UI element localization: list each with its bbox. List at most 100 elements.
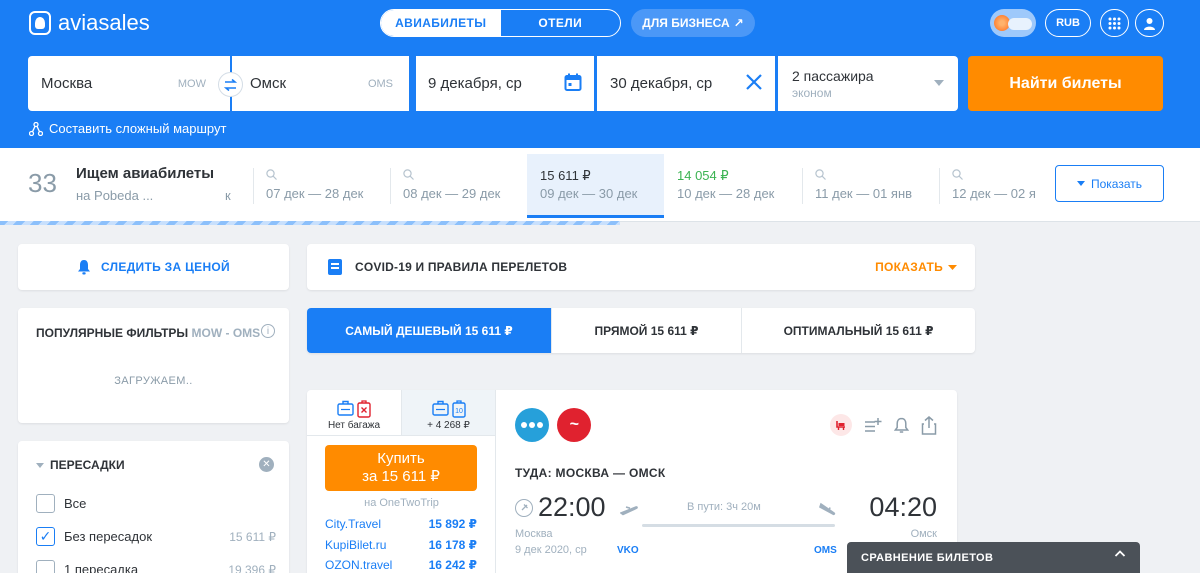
covid-show-label: ПОКАЗАТЬ [875, 260, 943, 274]
buy-button[interactable]: Купить за 15 611 ₽ [325, 445, 477, 491]
agent-price: 16 242 ₽ [428, 558, 477, 572]
loading-label: ЗАГРУЖАЕМ.. [114, 375, 193, 387]
covid-title: COVID-19 И ПРАВИЛА ПЕРЕЛЕТОВ [355, 260, 568, 274]
destination-code: OMS [367, 77, 393, 90]
apps-button[interactable] [1100, 9, 1129, 37]
agent-offer[interactable]: OZON.travel 16 242 ₽ [325, 558, 477, 572]
calendar-icon[interactable] [564, 73, 582, 92]
return-date-value: 30 декабря, ср [610, 75, 713, 92]
calendar-cell[interactable]: 14 054 ₽ 10 дек — 28 дек [664, 154, 801, 218]
arrival-time: 04:20 [869, 492, 937, 522]
stops-filter-title: ПЕРЕСАДКИ [50, 458, 125, 472]
baggage-option-paid[interactable]: 10 + 4 268 ₽ [401, 390, 495, 435]
airline-logo-pobeda [515, 408, 549, 442]
stops-option-direct[interactable]: ✓ Без пересадок 15 611 ₽ [36, 527, 276, 546]
checkbox[interactable] [36, 560, 55, 573]
bell-icon [78, 260, 91, 275]
depart-date-field[interactable]: 9 декабря, ср [416, 56, 594, 111]
search-status-tail: к [225, 188, 231, 203]
route-title: ТУДА: МОСКВА — ОМСК [515, 466, 666, 480]
flight-duration: В пути: 3ч 20м [687, 501, 761, 513]
flight-timeline [642, 524, 835, 527]
profile-button[interactable] [1135, 9, 1164, 37]
calendar-cell[interactable]: 08 дек — 29 дек [390, 154, 527, 218]
calendar-cell[interactable]: 07 дек — 28 дек [253, 154, 390, 218]
clear-date-icon[interactable] [745, 73, 763, 91]
passengers-field[interactable]: 2 пассажира эконом [778, 56, 958, 111]
calendar-cell[interactable]: 12 дек — 02 я [939, 154, 1044, 218]
hand-luggage-icon [431, 400, 449, 416]
baggage-option-label: Нет багажа [327, 420, 381, 431]
caret-down-icon [948, 264, 957, 270]
business-button[interactable]: ДЛЯ БИЗНЕСА ↗ [631, 9, 755, 37]
compare-tickets-bar[interactable]: СРАВНЕНИЕ БИЛЕТОВ [847, 542, 1140, 573]
calendar-cell-selected[interactable]: 15 611 ₽ 09 дек — 30 дек [527, 154, 664, 218]
tab-hotels[interactable]: ОТЕЛИ [501, 10, 621, 36]
stops-filter-header[interactable]: ПЕРЕСАДКИ [36, 458, 125, 472]
calendar-cell-dates: 12 дек — 02 я [952, 186, 1036, 201]
agent-offer[interactable]: KupiBilet.ru 16 178 ₽ [325, 538, 477, 552]
info-icon[interactable]: i [261, 324, 275, 338]
baggage-option-none[interactable]: Нет багажа [307, 390, 401, 435]
depart-date-value: 9 декабря, ср [428, 75, 522, 92]
calendar-cell-dates: 08 дек — 29 дек [403, 186, 501, 201]
swap-button[interactable] [218, 72, 243, 97]
add-to-list-icon[interactable] [864, 417, 882, 433]
baggage-icon: 10 [451, 400, 466, 418]
user-icon [1144, 17, 1155, 30]
landing-icon [819, 502, 836, 516]
search-status-subtitle: на Pobeda ... [76, 188, 154, 203]
ticket-purchase-column: Нет багажа 10 + 4 268 ₽ Купить за 15 611… [307, 390, 496, 573]
grid-icon [1108, 17, 1121, 29]
hand-luggage-icon [337, 400, 354, 416]
magnifier-icon [403, 168, 527, 184]
departure-city: Москва [515, 528, 553, 540]
calendar-cell-dates: 07 дек — 28 дек [266, 186, 364, 201]
currency-button[interactable]: RUB [1045, 9, 1091, 37]
departure-time-block: 22:00 [515, 492, 606, 523]
magnifier-icon [266, 168, 390, 184]
seat-icon[interactable] [830, 414, 852, 436]
route-icon [29, 121, 43, 136]
tab-flights[interactable]: АВИАБИЛЕТЫ [381, 10, 501, 36]
stops-option-all[interactable]: Все [36, 494, 276, 513]
price-calendar: 33 Ищем авиабилеты на Pobeda ... к 07 де… [0, 148, 1200, 222]
tab-cheapest[interactable]: САМЫЙ ДЕШЕВЫЙ 15 611 ₽ [307, 308, 552, 353]
clear-filter-icon[interactable]: ✕ [259, 457, 274, 472]
buy-label: Купить [377, 450, 425, 467]
origin-value: Москва [41, 75, 93, 92]
checkbox[interactable] [36, 494, 55, 513]
agent-offer[interactable]: City.Travel 15 892 ₽ [325, 517, 477, 531]
show-calendar-button[interactable]: Показать [1055, 165, 1164, 202]
covid-show-button[interactable]: ПОКАЗАТЬ [875, 260, 957, 274]
popular-filters-route: MOW - OMS [191, 326, 261, 340]
theme-toggle[interactable] [990, 9, 1036, 37]
checkbox-checked[interactable]: ✓ [36, 527, 55, 546]
pin-icon[interactable] [515, 498, 533, 517]
bell-icon[interactable] [894, 417, 909, 434]
stops-option-one[interactable]: 1 пересадка 19 396 ₽ [36, 560, 276, 573]
chevron-down-icon [934, 80, 944, 86]
top-header: aviasales АВИАБИЛЕТЫ ОТЕЛИ ДЛЯ БИЗНЕСА ↗… [0, 0, 1200, 148]
return-date-field[interactable]: 30 декабря, ср [597, 56, 775, 111]
tab-direct[interactable]: ПРЯМОЙ 15 611 ₽ [552, 308, 742, 353]
buy-via-agent: на OneTwoTrip [364, 497, 439, 509]
loading-progress-bar [0, 221, 620, 225]
caret-down-icon [36, 462, 44, 468]
calendar-cell[interactable]: 11 дек — 01 янв [802, 154, 939, 218]
search-status: Ищем авиабилеты на Pobeda ... [76, 165, 214, 203]
destination-field[interactable]: Омск OMS [232, 56, 409, 111]
tab-optimal[interactable]: ОПТИМАЛЬНЫЙ 15 611 ₽ [742, 308, 975, 353]
covid-banner: COVID-19 И ПРАВИЛА ПЕРЕЛЕТОВ ПОКАЗАТЬ [307, 244, 975, 290]
origin-field[interactable]: Москва MOW [28, 56, 230, 111]
logo[interactable]: aviasales [29, 10, 150, 36]
departure-airport-code: VKO [617, 545, 639, 556]
ticket-actions [830, 414, 937, 436]
share-icon[interactable] [921, 415, 937, 435]
calendar-cell-price: 15 611 ₽ [540, 168, 591, 183]
price-watch-button[interactable]: СЛЕДИТЬ ЗА ЦЕНОЙ [18, 244, 289, 290]
agent-name: OZON.travel [325, 558, 393, 572]
swap-icon [224, 78, 237, 91]
complex-route-link[interactable]: Составить сложный маршрут [29, 121, 226, 136]
search-button[interactable]: Найти билеты [968, 56, 1163, 111]
